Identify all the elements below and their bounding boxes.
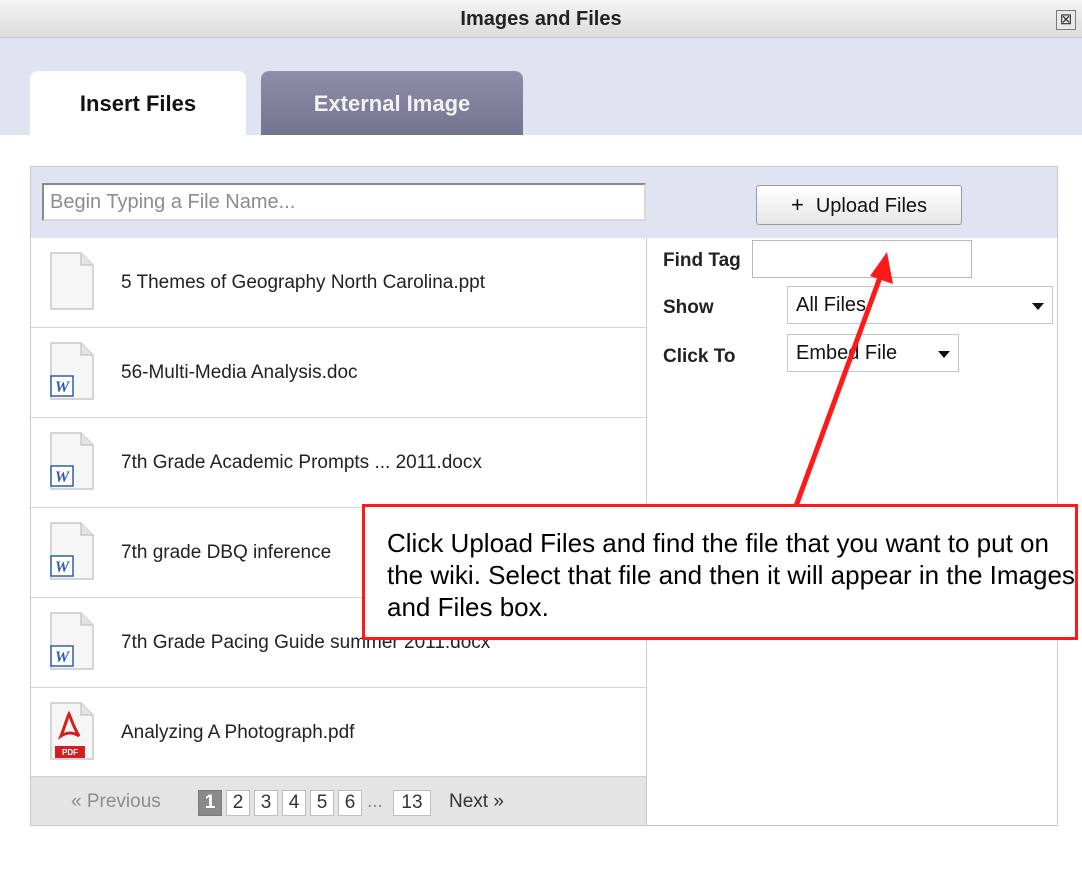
svg-text:W: W [55,379,71,396]
file-name: 56-Multi-Media Analysis.doc [121,362,358,383]
word-document-icon: W [50,432,94,490]
upload-files-label: Upload Files [815,195,928,217]
chevron-down-icon [938,351,950,358]
insert-files-panel: + Upload Files 5 Themes of Geography Nort… [30,166,1058,826]
previous-page-link[interactable]: « Previous [71,791,161,813]
chevron-down-icon [1032,303,1044,310]
word-document-icon: W [50,522,94,580]
images-and-files-dialog: Images and Files ⊠ Insert Files External… [0,0,1082,888]
page-6-link[interactable]: 6 [338,790,362,816]
dialog-title-bar: Images and Files ⊠ [0,0,1082,38]
page-13-link[interactable]: 13 [393,790,431,816]
pagination: « Previous 1 2 3 4 5 6 ... 13 Next » [31,776,646,825]
click-to-select[interactable]: Embed File [787,334,959,372]
file-name-search-input[interactable] [42,183,646,221]
svg-text:W: W [55,469,71,486]
tab-external-image[interactable]: External Image [261,71,523,135]
file-row[interactable]: 5 Themes of Geography North Carolina.ppt [31,238,646,328]
file-name: 7th grade DBQ inference [121,542,332,563]
page-1-link[interactable]: 1 [198,790,222,816]
search-row: + Upload Files [31,167,1057,238]
instruction-callout: Click Upload Files and find the file tha… [362,504,1078,640]
next-page-link[interactable]: Next » [449,791,504,813]
file-row[interactable]: W 56-Multi-Media Analysis.doc [31,328,646,418]
file-name: 5 Themes of Geography North Carolina.ppt [121,272,486,293]
pdf-document-icon: PDF [50,702,94,760]
show-label: Show [663,297,714,318]
pagination-ellipsis: ... [367,791,383,812]
page-3-link[interactable]: 3 [254,790,278,816]
tab-strip: Insert Files External Image [0,38,1082,135]
svg-text:PDF: PDF [62,748,78,757]
show-select-value: All Files [796,294,867,316]
page-4-link[interactable]: 4 [282,790,306,816]
find-tag-input[interactable] [752,240,972,278]
svg-text:W: W [55,559,71,576]
click-to-label: Click To [663,346,736,367]
file-name: Analyzing A Photograph.pdf [121,722,355,743]
page-5-link[interactable]: 5 [310,790,334,816]
word-document-icon: W [50,342,94,400]
tab-insert-files[interactable]: Insert Files [30,71,246,135]
svg-text:W: W [55,649,71,666]
page-2-link[interactable]: 2 [226,790,250,816]
plus-icon: + [790,192,804,217]
file-row[interactable]: W 7th Grade Academic Prompts ... 2011.do… [31,418,646,508]
click-to-select-value: Embed File [796,342,898,364]
find-tag-label: Find Tag [663,250,741,271]
show-select[interactable]: All Files [787,286,1053,324]
file-name: 7th Grade Academic Prompts ... 2011.docx [121,452,482,473]
dialog-title: Images and Files [460,8,622,30]
file-row[interactable]: PDF Analyzing A Photograph.pdf [31,688,646,776]
upload-files-button[interactable]: + Upload Files [756,185,962,225]
word-document-icon: W [50,612,94,670]
close-icon[interactable]: ⊠ [1056,10,1076,30]
blank-document-icon [50,252,94,310]
